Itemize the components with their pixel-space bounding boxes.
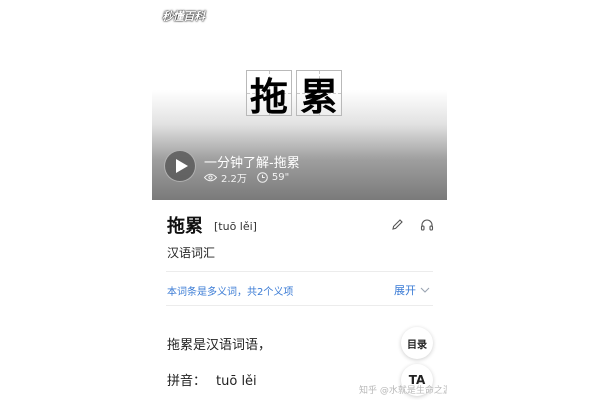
chevron-down-icon bbox=[420, 287, 430, 293]
char-box-1: 拖 bbox=[246, 70, 292, 119]
entry-category: 汉语词汇 bbox=[167, 246, 216, 260]
mobile-page: 秒懂百科 拖 累 一分钟了解-拖累 2.2万 59" 拖累 [tuō lěi] … bbox=[152, 0, 447, 400]
video-duration: 59" bbox=[271, 172, 290, 183]
video-meta: 2.2万 59" bbox=[204, 170, 289, 185]
play-icon bbox=[175, 159, 188, 173]
content-paragraph: 拖累是汉语词语， bbox=[167, 338, 272, 353]
views-meta: 2.2万 bbox=[204, 170, 247, 185]
pinyin-label: 拼音： bbox=[167, 374, 207, 389]
entry-pinyin: [tuō lěi] bbox=[214, 220, 257, 233]
watermark: 知乎 @水就是生命之源 bbox=[359, 386, 447, 396]
video-title: 一分钟了解-拖累 bbox=[204, 156, 300, 171]
pinyin-line: 拼音： tuō lěi bbox=[167, 370, 257, 389]
char-2: 累 bbox=[299, 73, 338, 119]
clock-icon bbox=[257, 172, 268, 183]
expand-label: 展开 bbox=[394, 284, 416, 297]
play-button[interactable] bbox=[164, 150, 196, 182]
video-player[interactable]: 秒懂百科 拖 累 一分钟了解-拖累 2.2万 59" bbox=[152, 0, 447, 200]
expand-button[interactable]: 展开 bbox=[394, 282, 430, 298]
divider bbox=[166, 305, 433, 306]
char-box-2: 累 bbox=[296, 70, 342, 119]
views-count: 2.2万 bbox=[221, 174, 247, 185]
pinyin-value: tuō lěi bbox=[216, 374, 257, 389]
char-1: 拖 bbox=[249, 73, 288, 119]
toc-button[interactable]: 目录 bbox=[401, 327, 433, 359]
miaodong-logo: 秒懂百科 bbox=[162, 10, 205, 23]
pencil-icon[interactable] bbox=[391, 216, 404, 235]
duration-meta: 59" bbox=[257, 172, 289, 183]
entry-title: 拖累 bbox=[167, 216, 203, 237]
eye-icon bbox=[204, 173, 217, 182]
headphones-icon[interactable] bbox=[420, 216, 434, 235]
polysemy-note: 本词条是多义词，共2个义项 bbox=[167, 287, 294, 298]
divider bbox=[166, 271, 433, 272]
character-display: 拖 累 bbox=[246, 70, 342, 119]
